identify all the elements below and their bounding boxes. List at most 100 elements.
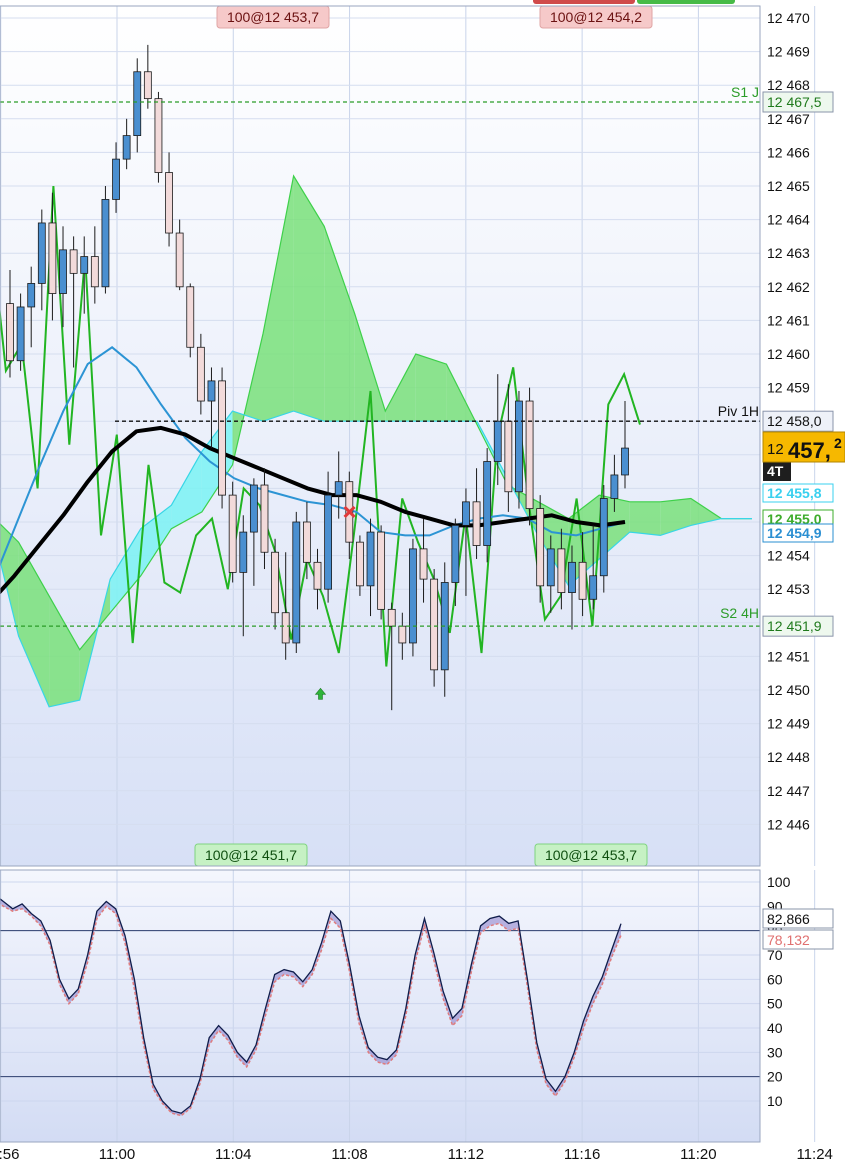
level-value-label: 12 451,9 [767, 618, 822, 634]
candle-body-down [557, 548, 566, 593]
candle-body-down [228, 494, 237, 573]
x-tick-label: 11:16 [564, 1146, 600, 1162]
x-tick-label: 11:04 [215, 1146, 251, 1162]
candle-body-up [16, 306, 25, 362]
candle-body-up [599, 498, 608, 577]
y-tick-label: 12 462 [767, 279, 810, 295]
x-tick-label: 10:56 [0, 1146, 19, 1162]
candle-body-down [578, 561, 587, 600]
last-price-value: 457, [788, 438, 831, 463]
candle-body-up [37, 222, 46, 284]
candle[interactable] [377, 525, 386, 620]
candle-body-up [249, 484, 258, 533]
candle[interactable] [515, 390, 523, 509]
candle-body-up [27, 283, 36, 308]
candle-body-up [451, 524, 460, 583]
candle-body-down [218, 380, 226, 496]
candle[interactable] [228, 481, 237, 583]
candle-body-down [536, 508, 545, 587]
cloud-segment-green [415, 354, 447, 422]
order-tag-partial [533, 0, 635, 4]
candle-body-down [430, 578, 439, 671]
candle-body-up [366, 531, 375, 587]
chart-canvas[interactable]: 100@12 453,7 100@12 454,2 100@12 451,7 100@… [0, 0, 845, 1163]
candle[interactable] [101, 186, 110, 294]
y-tick-label: 12 448 [767, 749, 810, 765]
order-tag[interactable]: 100@12 453,7 [534, 843, 648, 867]
candle-body-up [101, 199, 110, 288]
candle[interactable] [483, 448, 492, 563]
candle-body-down [504, 420, 513, 493]
y-tick-label: 12 449 [767, 716, 810, 732]
oscillator-value-label: 78,132 [767, 932, 810, 948]
y-tick-label: 12 451 [767, 648, 810, 664]
order-tag[interactable]: 100@12 451,7 [194, 843, 308, 867]
candle-body-down [281, 612, 290, 644]
candle-body-down [260, 484, 269, 553]
price-panel-background [0, 6, 760, 866]
candle-body-down [196, 346, 205, 402]
y-tick-label: 12 470 [767, 10, 810, 26]
candle[interactable] [218, 367, 226, 509]
candle-body-up [546, 548, 555, 587]
order-tag[interactable]: 100@12 454,2 [539, 5, 653, 29]
level-label: Piv 1H [718, 403, 759, 419]
x-tick-label: 11:00 [99, 1146, 135, 1162]
oscillator-y-tick: 20 [767, 1069, 783, 1085]
last-price-prefix: 12 [767, 441, 784, 458]
x-tick-label: 11:24 [796, 1146, 832, 1162]
candle-body-up [515, 400, 523, 493]
candle-body-down [143, 71, 152, 100]
candle-body-up [80, 256, 89, 274]
order-tag[interactable]: 100@12 453,7 [216, 5, 330, 29]
y-tick-label: 12 450 [767, 682, 810, 698]
candle-body-down [525, 400, 534, 509]
y-tick-label: 12 446 [767, 816, 810, 832]
level-value-label: 12 458,0 [767, 413, 822, 429]
candle-body-down [377, 531, 386, 610]
y-tick-label: 12 460 [767, 346, 810, 362]
candle-body-down [271, 551, 279, 614]
candle[interactable] [430, 569, 439, 687]
candle-body-down [302, 521, 311, 563]
indicator-value-label: 12 455,8 [767, 485, 822, 501]
candle[interactable] [525, 387, 534, 526]
y-tick-label: 12 467 [767, 111, 810, 127]
candle[interactable] [186, 283, 195, 358]
order-tag-label: 100@12 453,7 [545, 847, 637, 863]
cloud-segment-green [629, 501, 661, 536]
candle-body-up [133, 71, 142, 137]
tick-count-label: 4T [767, 463, 784, 479]
y-tick-label: 12 454 [767, 548, 810, 564]
candle[interactable] [292, 511, 301, 654]
order-tag-label: 100@12 454,2 [550, 9, 642, 25]
candle-body-down [472, 501, 481, 546]
oscillator-y-tick: 40 [767, 1020, 783, 1036]
order-tag-label: 100@12 451,7 [205, 847, 297, 863]
candle-body-down [48, 222, 57, 294]
x-tick-label: 11:08 [331, 1146, 367, 1162]
level-label: S1 J [731, 84, 759, 100]
level-label: S2 4H [720, 605, 759, 621]
candle-body-up [409, 548, 417, 644]
candle-body-up [589, 575, 598, 600]
candle-body-up [334, 481, 343, 496]
candle-body-down [356, 541, 364, 587]
candle[interactable] [154, 91, 163, 183]
candle-body-up [207, 380, 216, 402]
candle-body-down [6, 303, 14, 362]
candle-body-up [568, 561, 576, 593]
oscillator-y-tick: 10 [767, 1093, 783, 1109]
y-tick-label: 12 464 [767, 212, 810, 228]
candle-body-up [610, 474, 619, 499]
y-tick-label: 12 468 [767, 77, 810, 93]
candle[interactable] [409, 538, 417, 657]
candle-body-up [483, 461, 492, 546]
candle-body-down [154, 98, 163, 173]
y-tick-label: 12 466 [767, 144, 810, 160]
oscillator-y-tick: 100 [767, 874, 791, 890]
oscillator-y-tick: 30 [767, 1044, 783, 1060]
y-tick-label: 12 469 [767, 44, 810, 60]
candle-body-down [387, 608, 396, 627]
oscillator-value-label: 82,866 [767, 911, 810, 927]
